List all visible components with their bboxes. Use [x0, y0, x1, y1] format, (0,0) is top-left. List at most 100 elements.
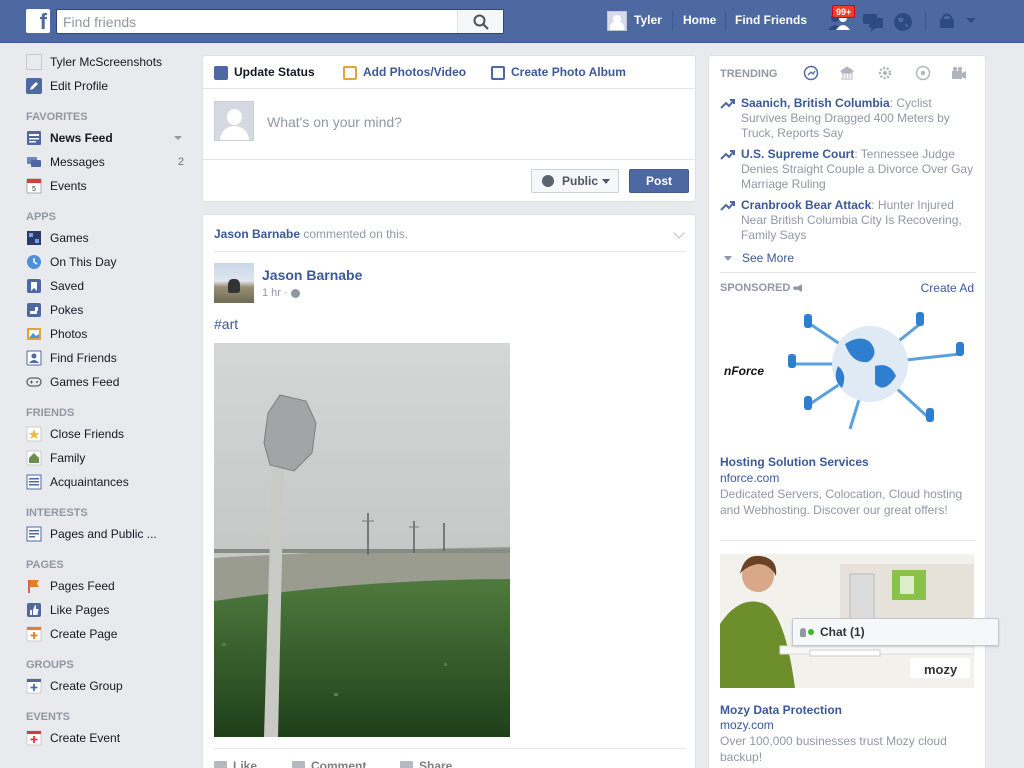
- search-button[interactable]: [457, 10, 503, 33]
- status-input[interactable]: What's on your mind?: [267, 114, 402, 130]
- nav-edit-profile[interactable]: Edit Profile: [26, 77, 192, 101]
- nav-create-event[interactable]: Create Event: [26, 729, 192, 753]
- trending-topic[interactable]: U.S. Supreme Court: [741, 147, 854, 161]
- nav-pokes[interactable]: Pokes: [26, 301, 192, 325]
- comment-button[interactable]: Comment: [292, 759, 366, 768]
- nav-news-feed[interactable]: News Feed: [26, 129, 192, 153]
- nav-pages-feed-label: Pages Feed: [50, 579, 115, 593]
- divider: [720, 540, 976, 541]
- tab-add-photos-label: Add Photos/Video: [363, 65, 467, 79]
- account-menu-chevron-down-icon[interactable]: [964, 12, 978, 30]
- friend-requests-badge: 99+: [832, 5, 856, 18]
- privacy-shortcuts-icon[interactable]: [938, 12, 956, 30]
- nav-games-feed[interactable]: Games Feed: [26, 373, 192, 397]
- ad-title[interactable]: Hosting Solution Services: [720, 455, 869, 469]
- trending-topic[interactable]: Cranbrook Bear Attack: [741, 198, 871, 212]
- ad-url[interactable]: nforce.com: [720, 471, 779, 485]
- ad-image-hosting[interactable]: nForce: [720, 304, 974, 444]
- trending-topic[interactable]: Saanich, British Columbia: [741, 96, 890, 110]
- news-feed-icon: [27, 131, 41, 145]
- calendar-icon: 5: [26, 178, 42, 194]
- nav-events[interactable]: 5 Events: [26, 177, 192, 201]
- apps-header: APPS: [26, 211, 56, 223]
- see-more-link[interactable]: See More: [724, 251, 794, 265]
- trending-all-icon[interactable]: [803, 65, 819, 81]
- facebook-logo-icon[interactable]: f: [26, 9, 50, 34]
- nav-saved-label: Saved: [50, 279, 85, 293]
- share-icon: [400, 761, 413, 768]
- nav-like-pages[interactable]: Like Pages: [26, 601, 192, 625]
- nav-saved[interactable]: Saved: [26, 277, 192, 301]
- trending-arrow-icon: [720, 201, 735, 211]
- ad-title[interactable]: Mozy Data Protection: [720, 703, 842, 717]
- entertainment-camera-icon[interactable]: [951, 65, 967, 81]
- pages-list-icon: [26, 526, 42, 542]
- post-button[interactable]: Post: [629, 169, 689, 193]
- ad-url[interactable]: mozy.com: [720, 718, 774, 732]
- nav-edit-profile-label: Edit Profile: [50, 79, 109, 93]
- news-feed-options-chevron-icon[interactable]: [174, 136, 182, 140]
- nav-on-this-day[interactable]: On This Day: [26, 253, 192, 277]
- nav-on-this-day-label: On This Day: [50, 255, 117, 269]
- trending-item[interactable]: Cranbrook Bear Attack: Hunter Injured Ne…: [720, 198, 978, 243]
- nav-messages[interactable]: Messages 2: [26, 153, 192, 177]
- tab-update-status[interactable]: Update Status: [214, 65, 315, 80]
- nav-games[interactable]: Games: [26, 229, 192, 253]
- sponsored-header: SPONSORED: [720, 282, 803, 294]
- nav-find-friends[interactable]: Find Friends: [26, 349, 192, 373]
- top-bar: f Tyler Home Find Friends 99+: [0, 0, 1024, 43]
- politics-building-icon[interactable]: [839, 65, 855, 81]
- post-photo[interactable]: [214, 343, 510, 737]
- user-avatar[interactable]: [607, 11, 627, 31]
- story-actor-link[interactable]: Jason Barnabe: [214, 227, 300, 241]
- nav-create-group-label: Create Group: [50, 679, 123, 693]
- profile-link[interactable]: Tyler: [634, 13, 662, 27]
- nav-create-group[interactable]: Create Group: [26, 677, 192, 701]
- tab-add-photos[interactable]: Add Photos/Video: [343, 65, 466, 80]
- science-gear-icon[interactable]: [877, 65, 893, 81]
- home-link[interactable]: Home: [683, 13, 716, 27]
- edit-pencil-icon: [26, 78, 42, 94]
- plus-icon: [26, 678, 42, 694]
- notifications-globe-icon[interactable]: [893, 12, 913, 32]
- flag-icon: [28, 580, 39, 593]
- comment-icon: [292, 761, 305, 768]
- mozy-logo-text: mozy: [924, 662, 958, 677]
- privacy-selector[interactable]: Public: [531, 169, 619, 193]
- post-timestamp[interactable]: 1 hr ·: [262, 287, 300, 299]
- tab-create-album[interactable]: Create Photo Album: [491, 65, 626, 80]
- nav-pages-and-public[interactable]: Pages and Public ...: [26, 525, 192, 549]
- nav-family[interactable]: Family: [26, 449, 192, 473]
- plus-icon: [26, 730, 42, 746]
- nav-close-friends[interactable]: Close Friends: [26, 425, 192, 449]
- search-input[interactable]: [57, 10, 459, 33]
- plus-icon: [26, 626, 42, 642]
- trending-item[interactable]: U.S. Supreme Court: Tennessee Judge Deni…: [720, 147, 978, 192]
- photos-icon: [27, 328, 41, 340]
- create-ad-link[interactable]: Create Ad: [921, 281, 974, 295]
- share-button[interactable]: Share: [400, 759, 452, 768]
- divider: [214, 251, 686, 252]
- like-icon: [27, 603, 41, 617]
- nav-pages-feed[interactable]: Pages Feed: [26, 577, 192, 601]
- author-avatar[interactable]: [214, 263, 254, 303]
- messages-icon[interactable]: [862, 12, 884, 32]
- profile-avatar-icon: [26, 54, 42, 70]
- nav-create-page[interactable]: Create Page: [26, 625, 192, 649]
- like-button[interactable]: Like: [214, 759, 257, 768]
- sports-ball-icon[interactable]: [915, 65, 931, 81]
- post-hashtag[interactable]: #art: [214, 316, 238, 332]
- nav-profile[interactable]: Tyler McScreenshots: [26, 53, 192, 77]
- chat-tab[interactable]: Chat (1): [792, 618, 999, 646]
- author-name[interactable]: Jason Barnabe: [262, 267, 362, 283]
- story-options-chevron-icon[interactable]: [673, 227, 685, 239]
- megaphone-icon: [793, 284, 803, 293]
- nav-acquaintances[interactable]: Acquaintances: [26, 473, 192, 497]
- nav-photos-label: Photos: [50, 327, 88, 341]
- find-friends-link[interactable]: Find Friends: [735, 13, 807, 27]
- left-navigation: Tyler McScreenshots Edit Profile FAVORIT…: [26, 53, 192, 753]
- list-icon: [26, 474, 42, 490]
- nav-photos[interactable]: Photos: [26, 325, 192, 349]
- trending-item[interactable]: Saanich, British Columbia: Cyclist Survi…: [720, 96, 978, 141]
- trending-header: TRENDING: [720, 68, 778, 80]
